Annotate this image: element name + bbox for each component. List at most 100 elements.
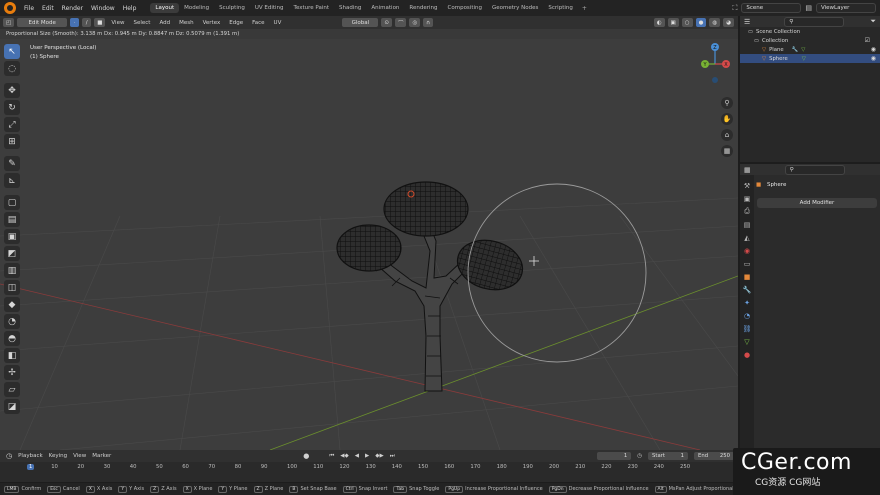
menu-uv[interactable]: UV (271, 20, 285, 26)
prev-keyframe-icon[interactable]: ◀◆ (340, 453, 348, 459)
spin-tool-icon[interactable]: ◔ (4, 314, 20, 329)
outliner-search[interactable]: ⚲ (784, 16, 845, 27)
menu-playback[interactable]: Playback (18, 453, 43, 459)
output-tab-icon[interactable]: ⎙ (743, 207, 752, 216)
menu-select[interactable]: Select (130, 20, 153, 26)
view-layer-icon[interactable]: ▤ (805, 4, 812, 12)
bevel-tool-icon[interactable]: ◩ (4, 246, 20, 261)
scene-icon[interactable]: ⛶ (732, 4, 737, 13)
falloff-icon[interactable]: ∩ (423, 18, 434, 27)
transform-orientation-selector[interactable]: Global (342, 18, 379, 27)
view-layer-selector[interactable]: ViewLayer (816, 3, 876, 13)
tool-tab-icon[interactable]: ⚒ (743, 181, 752, 190)
physics-tab-icon[interactable]: ◔ (743, 311, 752, 320)
pivot-icon[interactable]: ⊙ (381, 18, 392, 27)
navigation-gizmo[interactable]: Z Y X ⚲ ✋ ⌂ ▦ (696, 40, 736, 160)
timeline-ruler[interactable]: 1 10 20 30 40 50 60 70 80 90 100 110 120 130 140 150 160… (0, 462, 738, 482)
tab-compositing[interactable]: Compositing (443, 3, 487, 13)
checkbox-icon[interactable]: ☑ (865, 37, 870, 44)
view-layer-tab-icon[interactable]: ▤ (743, 220, 752, 229)
axis-gizmo[interactable]: Z Y X (696, 40, 736, 90)
menu-marker[interactable]: Marker (92, 453, 111, 459)
properties-editor-icon[interactable]: ▦ (744, 166, 751, 174)
rip-tool-icon[interactable]: ◪ (4, 399, 20, 414)
outliner-row-sphere[interactable]: ▽ Sphere ▽ ◉ (740, 54, 880, 63)
tab-texture-paint[interactable]: Texture Paint (289, 3, 335, 13)
scene-tab-icon[interactable]: ◭ (743, 233, 752, 242)
object-tab-icon[interactable]: ■ (743, 272, 752, 281)
filter-icon[interactable]: ⏷ (870, 17, 876, 26)
outliner-editor-icon[interactable]: ☰ (744, 18, 750, 26)
proportional-edit-icon[interactable]: ◎ (409, 18, 421, 27)
jump-end-icon[interactable]: ⏭ (390, 453, 395, 460)
menu-face[interactable]: Face (249, 20, 267, 26)
pan-hand-icon[interactable]: ✋ (721, 113, 733, 125)
vertex-select-icon[interactable]: · (70, 18, 80, 27)
outliner-row-collection[interactable]: ▭ Collection ☑ (740, 36, 880, 45)
menu-help[interactable]: Help (119, 5, 141, 12)
menu-vertex[interactable]: Vertex (200, 20, 224, 26)
visibility-eye-icon[interactable]: ◉ (871, 55, 876, 62)
visibility-eye-icon[interactable]: ◉ (871, 46, 876, 53)
menu-view[interactable]: View (108, 20, 127, 26)
tab-rendering[interactable]: Rendering (404, 3, 442, 13)
select-box-tool-icon[interactable]: ↖ (4, 44, 20, 59)
shear-tool-icon[interactable]: ▱ (4, 382, 20, 397)
modifier-tab-icon[interactable]: 🔧 (743, 285, 752, 294)
rotate-tool-icon[interactable]: ↻ (4, 100, 20, 115)
overlay-icon[interactable]: ◐ (653, 18, 665, 27)
tab-geometry-nodes[interactable]: Geometry Nodes (487, 3, 543, 13)
cursor-tool-icon[interactable]: ◌ (4, 61, 20, 76)
xray-icon[interactable]: ▣ (667, 18, 679, 27)
edge-select-icon[interactable]: / (82, 18, 92, 27)
zoom-icon[interactable]: ⚲ (721, 97, 733, 109)
data-tab-icon[interactable]: ▽ (743, 337, 752, 346)
menu-view[interactable]: View (73, 453, 86, 459)
knife-tool-icon[interactable]: ◫ (4, 280, 20, 295)
constraints-tab-icon[interactable]: ⛓ (743, 324, 752, 333)
material-shading-icon[interactable]: ◍ (709, 18, 721, 27)
menu-mesh[interactable]: Mesh (176, 20, 196, 26)
menu-file[interactable]: File (20, 5, 38, 12)
ortho-toggle-icon[interactable]: ▦ (721, 145, 733, 157)
3d-viewport[interactable]: ◰ Edit Mode · / ■ View Select Add Mesh V… (0, 16, 738, 450)
add-modifier-button[interactable]: Add Modifier (757, 198, 877, 208)
annotate-tool-icon[interactable]: ✎ (4, 156, 20, 171)
inset-tool-icon[interactable]: ▣ (4, 229, 20, 244)
wireframe-shading-icon[interactable]: ○ (681, 18, 693, 27)
solid-shading-icon[interactable]: ● (695, 18, 707, 27)
snap-icon[interactable]: ⌒ (394, 18, 407, 27)
play-reverse-icon[interactable]: ◀ (355, 453, 359, 459)
play-icon[interactable]: ▶ (365, 453, 369, 459)
tab-sculpting[interactable]: Sculpting (214, 3, 250, 13)
camera-view-icon[interactable]: ⌂ (721, 129, 733, 141)
shrink-fatten-tool-icon[interactable]: ✢ (4, 365, 20, 380)
scene-selector[interactable]: Scene (741, 3, 802, 13)
tab-scripting[interactable]: Scripting (543, 3, 577, 13)
scale-tool-icon[interactable]: ⤢ (4, 117, 20, 132)
collection-tab-icon[interactable]: ▭ (743, 259, 752, 268)
end-frame-field[interactable]: End 250 (694, 452, 734, 460)
loop-cut-tool-icon[interactable]: ▥ (4, 263, 20, 278)
editor-type-icon[interactable]: ◰ (3, 18, 15, 27)
tab-uv-editing[interactable]: UV Editing (250, 3, 289, 13)
timeline-editor-icon[interactable]: ◷ (6, 452, 12, 460)
mode-selector[interactable]: Edit Mode (17, 18, 68, 27)
menu-add[interactable]: Add (156, 20, 173, 26)
rendered-shading-icon[interactable]: ◕ (723, 18, 734, 27)
tab-layout[interactable]: Layout (150, 3, 180, 13)
tab-modeling[interactable]: Modeling (179, 3, 214, 13)
start-frame-field[interactable]: Start 1 (648, 452, 688, 460)
poly-build-tool-icon[interactable]: ◆ (4, 297, 20, 312)
move-tool-icon[interactable]: ✥ (4, 83, 20, 98)
blender-logo-icon[interactable] (4, 2, 16, 14)
properties-search[interactable]: ⚲ (784, 164, 845, 175)
add-cube-tool-icon[interactable]: ▢ (4, 195, 20, 210)
add-workspace-icon[interactable]: + (578, 5, 591, 12)
measure-tool-icon[interactable]: ⊾ (4, 173, 20, 188)
next-keyframe-icon[interactable]: ◆▶ (375, 453, 383, 459)
face-select-icon[interactable]: ■ (94, 18, 106, 27)
edge-slide-tool-icon[interactable]: ◧ (4, 348, 20, 363)
menu-edit[interactable]: Edit (38, 5, 58, 12)
menu-window[interactable]: Window (87, 5, 119, 12)
